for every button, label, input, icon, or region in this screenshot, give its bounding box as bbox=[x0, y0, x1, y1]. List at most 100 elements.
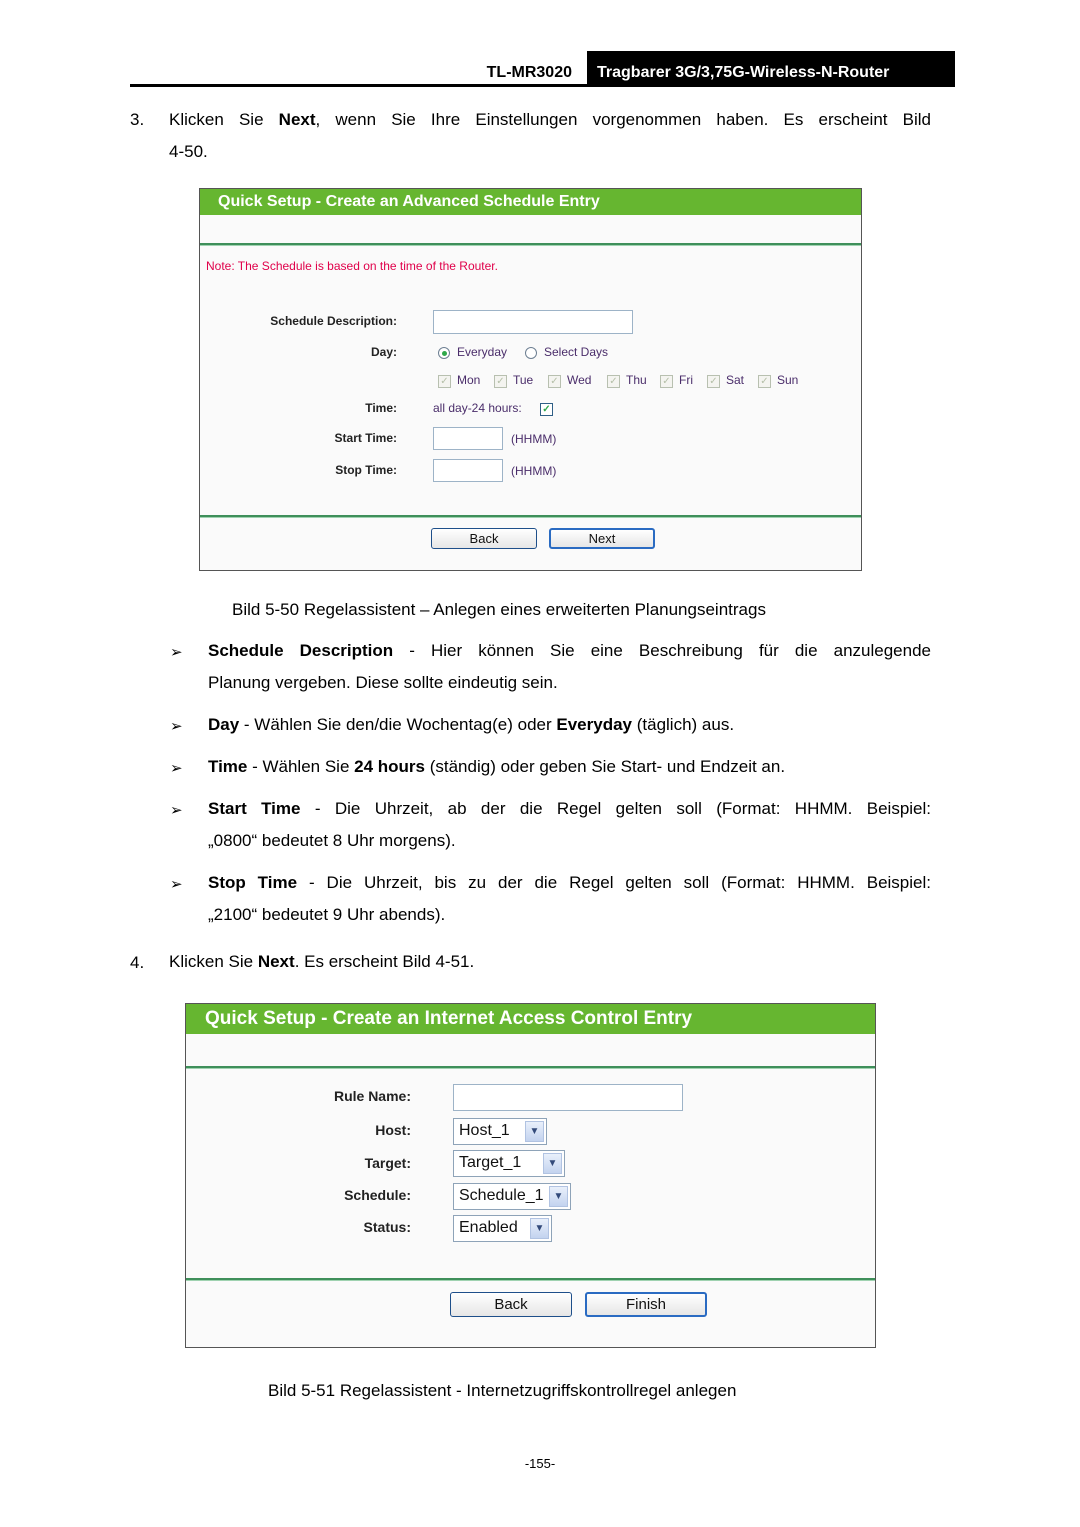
bullet-term: Schedule Description bbox=[208, 641, 394, 660]
everyday-radio[interactable] bbox=[438, 347, 450, 359]
back-button[interactable]: Back bbox=[450, 1292, 572, 1317]
bullet-time: Time - Wählen Sie 24 hours (ständig) ode… bbox=[208, 751, 785, 783]
step-3-text: Klicken Sie Next, wenn Sie Ihre Einstell… bbox=[169, 104, 931, 136]
time-label: Time: bbox=[365, 401, 397, 415]
bullet-term: Time bbox=[208, 757, 248, 776]
sat-label: Sat bbox=[726, 373, 745, 387]
host-label: Host: bbox=[375, 1122, 411, 1138]
divider bbox=[186, 1066, 875, 1069]
divider bbox=[186, 1278, 875, 1281]
step-4-text-part: . Es erscheint Bild 4-51. bbox=[294, 952, 475, 971]
bullet-start-time-line2: „0800“ bedeutet 8 Uhr morgens). bbox=[208, 831, 456, 850]
bullet-text: - Die Uhrzeit, ab der die Regel gelten s… bbox=[300, 799, 932, 818]
step-4-bold-next: Next bbox=[257, 952, 295, 971]
step-3-bold-next: Next bbox=[278, 110, 316, 129]
bullet-schedule-description-line2: Planung vergeben. Diese sollte eindeutig… bbox=[208, 673, 558, 692]
all-day-label: all day-24 hours: bbox=[433, 401, 522, 415]
schedule-select[interactable]: Schedule_1 ▼ bbox=[453, 1183, 571, 1210]
chevron-down-icon[interactable]: ▼ bbox=[543, 1153, 562, 1174]
model-name: TL-MR3020 bbox=[486, 64, 572, 81]
chevron-down-icon[interactable]: ▼ bbox=[530, 1218, 549, 1239]
bullet-stop-time-line2: „2100“ bedeutet 9 Uhr abends). bbox=[208, 905, 446, 924]
bullet-start-time: Start Time - Die Uhrzeit, ab der die Reg… bbox=[208, 793, 931, 825]
schedule-label: Schedule: bbox=[344, 1187, 411, 1203]
schedule-panel-title: Quick Setup - Create an Advanced Schedul… bbox=[200, 189, 861, 215]
fri-checkbox[interactable]: ✓ bbox=[660, 375, 673, 388]
step-4-number: 4. bbox=[130, 953, 145, 972]
page-number: -155- bbox=[524, 1456, 556, 1471]
schedule-description-label: Schedule Description: bbox=[270, 314, 397, 328]
thu-label: Thu bbox=[626, 373, 647, 387]
fri-label: Fri bbox=[679, 373, 693, 387]
tue-label: Tue bbox=[513, 373, 534, 387]
status-select-value: Enabled bbox=[459, 1219, 518, 1236]
header-rule bbox=[130, 84, 955, 87]
all-day-checkbox[interactable]: ✓ bbox=[540, 403, 553, 416]
mon-checkbox[interactable]: ✓ bbox=[438, 375, 451, 388]
status-label: Status: bbox=[363, 1219, 411, 1235]
schedule-entry-panel: Quick Setup - Create an Advanced Schedul… bbox=[199, 188, 862, 571]
stop-time-format-hint: (HHMM) bbox=[511, 464, 557, 478]
select-days-label: Select Days bbox=[544, 345, 609, 359]
bullet-arrow-icon: ➢ bbox=[170, 718, 183, 735]
bullet-arrow-icon: ➢ bbox=[170, 876, 183, 893]
divider bbox=[200, 515, 861, 518]
page-header: TL-MR3020 Tragbarer 3G/3,75G-Wireless-N-… bbox=[130, 51, 955, 87]
schedule-select-value: Schedule_1 bbox=[459, 1187, 544, 1204]
chevron-down-icon[interactable]: ▼ bbox=[549, 1186, 568, 1207]
bullet-text: - Wählen Sie bbox=[247, 757, 355, 776]
rule-name-input[interactable] bbox=[453, 1084, 683, 1111]
bullet-term: Everyday bbox=[556, 715, 633, 734]
schedule-note: Note: The Schedule is based on the time … bbox=[206, 259, 498, 273]
bullet-arrow-icon: ➢ bbox=[170, 644, 183, 661]
status-select[interactable]: Enabled ▼ bbox=[453, 1215, 552, 1242]
day-label: Day: bbox=[370, 345, 397, 359]
back-button[interactable]: Back bbox=[431, 528, 537, 549]
next-button[interactable]: Next bbox=[549, 528, 655, 549]
host-select[interactable]: Host_1 ▼ bbox=[453, 1118, 547, 1145]
target-select[interactable]: Target_1 ▼ bbox=[453, 1150, 565, 1177]
divider bbox=[200, 243, 861, 246]
figure-51-caption: Bild 5-51 Regelassistent - Internetzugri… bbox=[268, 1381, 737, 1400]
wed-label: Wed bbox=[567, 373, 592, 387]
bullet-text: - Die Uhrzeit, bis zu der die Regel gelt… bbox=[297, 873, 931, 892]
mon-label: Mon bbox=[457, 373, 481, 387]
bullet-arrow-icon: ➢ bbox=[170, 760, 183, 777]
everyday-label: Everyday bbox=[457, 345, 508, 359]
bullet-schedule-description: Schedule Description - Hier können Sie e… bbox=[208, 635, 931, 667]
sun-label: Sun bbox=[777, 373, 799, 387]
step-3-text-part: Klicken Sie bbox=[169, 110, 279, 129]
bullet-term: 24 hours bbox=[354, 757, 425, 776]
bullet-text: (ständig) oder geben Sie Start- und Endz… bbox=[425, 757, 786, 776]
bullet-text: - Hier können Sie eine Beschreibung für … bbox=[393, 641, 931, 660]
bullet-term: Stop Time bbox=[208, 873, 298, 892]
schedule-description-input[interactable] bbox=[433, 310, 633, 334]
bullet-term: Day bbox=[208, 715, 240, 734]
start-time-input[interactable] bbox=[433, 427, 503, 450]
figure-50-caption: Bild 5-50 Regelassistent – Anlegen eines… bbox=[232, 600, 766, 619]
step-4-text-part: Klicken Sie bbox=[169, 952, 258, 971]
chevron-down-icon[interactable]: ▼ bbox=[525, 1121, 544, 1142]
step-3-text-part: , wenn Sie Ihre Einstellungen vorgenomme… bbox=[315, 110, 931, 129]
target-select-value: Target_1 bbox=[459, 1154, 522, 1171]
bullet-text: (täglich) aus. bbox=[632, 715, 735, 734]
thu-checkbox[interactable]: ✓ bbox=[607, 375, 620, 388]
tue-checkbox[interactable]: ✓ bbox=[494, 375, 507, 388]
stop-time-input[interactable] bbox=[433, 459, 503, 482]
select-days-radio[interactable] bbox=[525, 347, 537, 359]
bullet-day: Day - Wählen Sie den/die Wochentag(e) od… bbox=[208, 709, 734, 741]
start-time-label: Start Time: bbox=[334, 431, 397, 445]
start-time-format-hint: (HHMM) bbox=[511, 432, 557, 446]
rule-name-label: Rule Name: bbox=[333, 1088, 411, 1104]
bullet-text: - Wählen Sie den/die Wochentag(e) oder bbox=[239, 715, 557, 734]
host-select-value: Host_1 bbox=[459, 1122, 510, 1139]
sun-checkbox[interactable]: ✓ bbox=[758, 375, 771, 388]
access-control-panel: Quick Setup - Create an Internet Access … bbox=[185, 1003, 876, 1348]
target-label: Target: bbox=[364, 1155, 411, 1171]
finish-button[interactable]: Finish bbox=[585, 1292, 707, 1317]
bullet-term: Start Time bbox=[208, 799, 301, 818]
sat-checkbox[interactable]: ✓ bbox=[707, 375, 720, 388]
step-3-line2: 4-50. bbox=[169, 142, 208, 161]
stop-time-label: Stop Time: bbox=[335, 463, 397, 477]
wed-checkbox[interactable]: ✓ bbox=[548, 375, 561, 388]
